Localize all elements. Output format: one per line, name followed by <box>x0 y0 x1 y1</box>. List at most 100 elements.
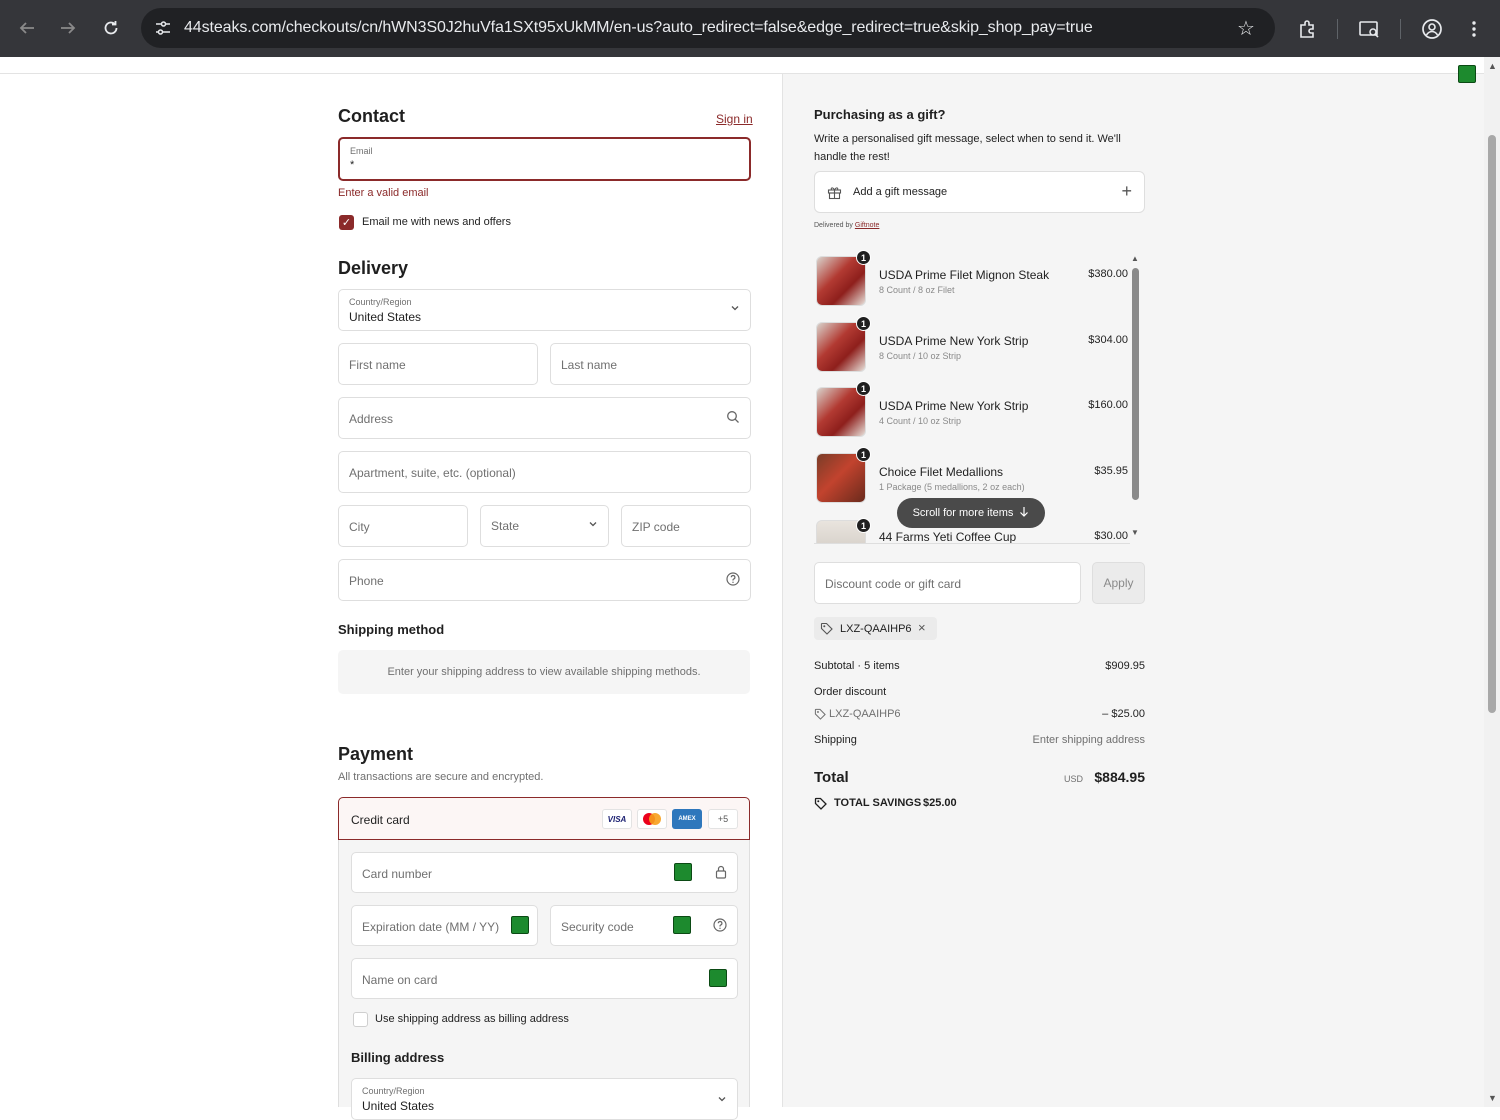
giftnote-link[interactable]: Giftnote <box>855 222 880 229</box>
scroll-up-arrow-icon[interactable]: ▲ <box>1131 254 1139 263</box>
delivery-heading: Delivery <box>338 258 409 278</box>
back-icon[interactable] <box>13 14 41 42</box>
email-label: Email <box>350 146 373 156</box>
country-label: Country/Region <box>349 297 412 307</box>
page-scrollbar[interactable]: ▲ ▼ <box>1484 57 1500 1107</box>
applied-discount-chip: LXZ-QAAIHP6 × <box>814 617 937 640</box>
state-select[interactable]: State <box>480 505 609 547</box>
name-on-card-field[interactable]: Name on card <box>351 958 738 999</box>
quantity-badge: 1 <box>856 316 871 331</box>
phone-placeholder: Phone <box>349 574 384 588</box>
country-value: United States <box>349 310 422 324</box>
expiration-field[interactable]: Expiration date (MM / YY) <box>351 905 538 946</box>
tag-icon <box>814 708 826 723</box>
scroll-for-more-items-button[interactable]: Scroll for more items <box>897 498 1045 528</box>
total-savings-value: $25.00 <box>923 797 957 809</box>
newsletter-checkbox[interactable]: ✓ <box>339 215 354 230</box>
use-shipping-checkbox[interactable] <box>353 1012 368 1027</box>
apartment-placeholder: Apartment, suite, etc. (optional) <box>349 466 516 480</box>
chevron-down-icon <box>717 1093 727 1107</box>
phone-field[interactable]: Phone <box>338 559 751 601</box>
quantity-badge: 1 <box>856 250 871 265</box>
reload-icon[interactable] <box>97 14 125 42</box>
first-name-field[interactable]: First name <box>338 343 538 385</box>
item-price: $304.00 <box>1088 334 1128 346</box>
item-name: USDA Prime Filet Mignon Steak <box>879 268 1050 282</box>
apply-discount-button[interactable]: Apply <box>1092 562 1145 604</box>
email-field[interactable]: Email * <box>338 137 751 181</box>
overlay-marker <box>709 969 727 987</box>
applied-discount-code: LXZ-QAAIHP6 <box>840 623 912 635</box>
country-select[interactable]: Country/Region United States <box>338 289 751 331</box>
forward-icon[interactable] <box>54 14 82 42</box>
zip-placeholder: ZIP code <box>632 520 680 534</box>
extensions-icon[interactable] <box>1294 16 1320 42</box>
discount-code-input[interactable]: Discount code or gift card <box>814 562 1081 604</box>
credit-card-option[interactable]: Credit card VISA AMEX +5 <box>338 797 750 840</box>
item-variant: 1 Package (5 medallions, 2 oz each) <box>879 482 1025 492</box>
remove-discount-icon[interactable]: × <box>918 620 926 635</box>
scroll-up-arrow-icon[interactable]: ▲ <box>1488 61 1497 71</box>
zip-field[interactable]: ZIP code <box>621 505 751 547</box>
tag-icon <box>820 622 833 638</box>
savings-tag-icon <box>814 797 827 813</box>
cart-item: 1 USDA Prime New York Strip 8 Count / 10… <box>814 316 1130 378</box>
shipping-label: Shipping <box>814 734 857 746</box>
state-placeholder: State <box>491 519 520 533</box>
payment-heading: Payment <box>338 744 414 764</box>
scroll-down-arrow-icon[interactable]: ▼ <box>1488 1093 1497 1103</box>
items-scrollbar[interactable]: ▲ ▼ <box>1130 254 1142 542</box>
security-code-field[interactable]: Security code <box>550 905 738 946</box>
menu-kebab-icon[interactable] <box>1461 16 1487 42</box>
contact-heading: Contact <box>338 106 405 126</box>
billing-country-label: Country/Region <box>362 1086 425 1096</box>
payment-subtitle: All transactions are secure and encrypte… <box>338 771 544 783</box>
address-field[interactable]: Address <box>338 397 751 439</box>
shipping-value: Enter shipping address <box>1032 734 1145 746</box>
amex-icon: AMEX <box>672 809 702 829</box>
profile-icon[interactable] <box>1419 16 1445 42</box>
billing-address-heading: Billing address <box>351 1050 445 1065</box>
item-name: 44 Farms Yeti Coffee Cup <box>879 530 1017 543</box>
bookmark-star-icon[interactable]: ☆ <box>1234 16 1258 40</box>
email-error: Enter a valid email <box>338 187 429 199</box>
plus-icon: + <box>1121 181 1132 201</box>
cart-item: 1 USDA Prime New York Strip 4 Count / 10… <box>814 381 1130 443</box>
item-name: USDA Prime New York Strip <box>879 334 1029 348</box>
last-name-field[interactable]: Last name <box>550 343 751 385</box>
mastercard-icon <box>637 809 667 829</box>
search-icon <box>726 410 740 427</box>
card-number-field[interactable]: Card number <box>351 852 738 893</box>
card-number-placeholder: Card number <box>362 867 433 881</box>
lock-icon <box>715 865 727 882</box>
items-list-divider <box>814 543 1130 544</box>
billing-country-select[interactable]: Country/Region United States <box>351 1078 738 1120</box>
shipping-method-note: Enter your shipping address to view avai… <box>338 650 750 694</box>
delivered-by-text: Delivered by Giftnote <box>814 222 879 229</box>
security-code-placeholder: Security code <box>561 920 634 934</box>
scroll-down-arrow-icon[interactable]: ▼ <box>1131 528 1139 537</box>
help-circle-icon[interactable] <box>713 918 727 935</box>
city-field[interactable]: City <box>338 505 468 547</box>
address-bar[interactable]: 44steaks.com/checkouts/cn/hWN3S0J2huVfa1… <box>141 8 1275 48</box>
cart-item: 1 USDA Prime Filet Mignon Steak 8 Count … <box>814 250 1130 312</box>
add-gift-message-button[interactable]: Add a gift message + <box>814 171 1145 213</box>
total-savings-label: TOTAL SAVINGS <box>834 797 922 809</box>
newsletter-label: Email me with news and offers <box>362 216 511 228</box>
page-scroll-thumb[interactable] <box>1488 135 1496 713</box>
item-variant: 4 Count / 10 oz Strip <box>879 416 962 426</box>
sign-in-link[interactable]: Sign in <box>716 112 753 126</box>
items-scroll-thumb[interactable] <box>1132 268 1139 500</box>
cast-search-icon[interactable] <box>1356 16 1382 42</box>
help-circle-icon[interactable] <box>726 572 740 589</box>
delivered-by-label: Delivered by <box>814 222 853 229</box>
discount-placeholder: Discount code or gift card <box>825 577 962 591</box>
arrow-down-icon <box>1019 506 1029 520</box>
overlay-marker <box>511 916 529 934</box>
gift-box-icon <box>827 185 842 205</box>
apartment-field[interactable]: Apartment, suite, etc. (optional) <box>338 451 751 493</box>
credit-card-form: Card number Expiration date (MM / YY) Se… <box>338 840 750 1120</box>
item-price: $380.00 <box>1088 268 1128 280</box>
site-info-icon[interactable] <box>151 16 175 40</box>
summary-discount-code: LXZ-QAAIHP6 <box>829 708 901 720</box>
